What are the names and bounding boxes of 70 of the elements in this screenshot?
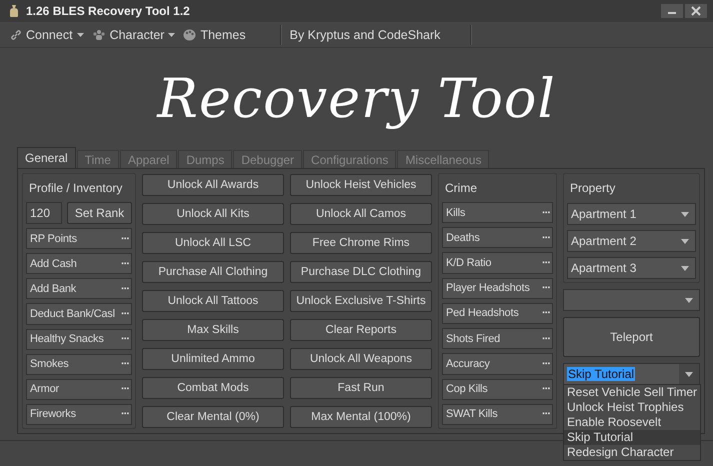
set-rank-button[interactable]: Set Rank [67,202,132,224]
stat-field[interactable]: Add Cash ··· [26,253,132,274]
apartment-dropdown[interactable]: Apartment 2 [567,230,696,252]
group-title: Property [569,180,616,197]
stat-field[interactable]: Accuracy ··· [442,353,553,375]
action-button[interactable]: Unlock All Weapons [290,348,432,370]
tab[interactable]: General [17,147,76,168]
action-button[interactable]: Unlock Heist Vehicles [290,174,432,196]
dropdown-option[interactable]: Enable Roosevelt [564,415,700,430]
dropdown-option[interactable]: Redesign Character [564,445,700,460]
stat-field[interactable]: Shots Fired ··· [442,328,553,350]
teleport-button[interactable]: Teleport [563,317,700,357]
action-button[interactable]: Unlock All Kits [142,203,284,225]
toolbar-menu[interactable]: Themes [179,28,250,42]
minimize-icon[interactable] [661,4,683,18]
people-icon [92,28,106,40]
apartment-dropdown[interactable]: Apartment 3 [567,257,696,279]
action-button[interactable]: Unlock All Tattoos [142,290,284,312]
link-icon [10,28,22,40]
stat-field[interactable]: Player Headshots ··· [442,278,553,299]
dropdown-option[interactable]: Reset Vehicle Sell Timer [564,385,700,400]
dropdown-option[interactable]: Unlock Heist Trophies [564,400,700,415]
stat-field[interactable]: Armor ··· [26,378,132,400]
action-button[interactable]: Purchase All Clothing [142,261,284,283]
stat-field[interactable]: Smokes ··· [26,354,132,375]
palette-icon [183,28,196,40]
action-button[interactable]: Max Skills [142,319,284,341]
toolbar-menu[interactable]: Connect [6,28,88,42]
window-title: 1.26 BLES Recovery Tool 1.2 [26,4,190,18]
group-title: Crime [444,180,478,197]
action-button[interactable]: Purchase DLC Clothing [290,261,432,283]
options-dropdown[interactable]: Skip Tutorial [563,363,700,385]
action-button[interactable]: Combat Mods [142,377,284,399]
action-button[interactable]: Unlock All Awards [142,174,284,196]
dropdown-option[interactable]: Skip Tutorial [564,430,700,445]
toolbar-menu[interactable]: Character [88,28,180,42]
stat-field[interactable]: Kills ··· [442,202,553,224]
action-button[interactable]: Max Mental (100%) [290,406,432,428]
action-button[interactable]: Fast Run [290,377,432,399]
caret-icon [681,212,689,216]
caret-icon [168,32,176,36]
apartment-dropdown[interactable]: Apartment 1 [567,203,696,225]
banner-title: Recovery Tool [157,66,556,130]
stat-field[interactable]: Add Bank ··· [26,278,132,300]
stat-field[interactable]: Deduct Bank/Casl ··· [26,303,132,324]
caret-icon [76,32,84,36]
stat-field[interactable]: Cop Kills ··· [442,378,553,400]
action-button[interactable]: Clear Reports [290,319,432,341]
group-title: Profile / Inventory [28,180,124,197]
credit-text: By Kryptus and CodeShark [290,28,440,42]
action-button[interactable]: Clear Mental (0%) [142,406,284,428]
rank-field[interactable]: 120 [26,202,62,224]
stat-field[interactable]: Healthy Snacks ··· [26,328,132,350]
action-button[interactable]: Free Chrome Rims [290,232,432,254]
stat-field[interactable]: RP Points ··· [26,228,132,250]
caret-icon [681,266,689,270]
stat-field[interactable]: SWAT Kills ··· [442,404,553,425]
action-button[interactable]: Unlock Exclusive T-Shirts [290,290,432,312]
close-icon[interactable] [685,4,707,18]
stat-field[interactable]: Fireworks ··· [26,404,132,425]
caret-icon [681,238,689,244]
stat-field[interactable]: Ped Headshots ··· [442,302,553,324]
caret-icon [685,372,693,376]
caret-icon [685,298,693,302]
action-button[interactable]: Unlimited Ammo [142,348,284,370]
action-button[interactable]: Unlock All LSC [142,232,284,254]
stat-field[interactable]: K/D Ratio ··· [442,252,553,274]
action-button[interactable]: Unlock All Camos [290,203,432,225]
stat-field[interactable]: Deaths ··· [442,227,553,248]
money-bag-icon [8,4,20,18]
